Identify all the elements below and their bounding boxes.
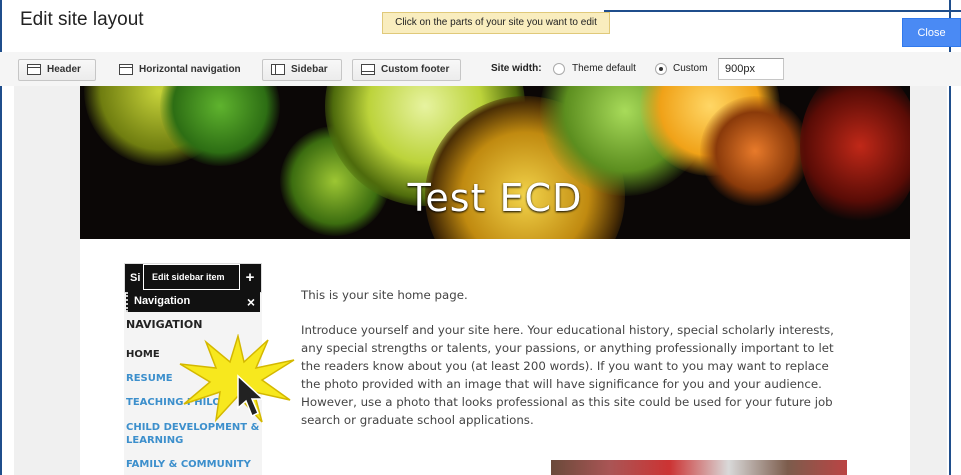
site-title: Test ECD	[407, 176, 583, 220]
content-line: the photo provided with an image that wi…	[301, 377, 822, 391]
header-button[interactable]: Header	[18, 59, 96, 81]
sidebar-navigation-item[interactable]: Navigation ×	[126, 292, 260, 312]
navigation-item-label: Navigation	[134, 295, 191, 307]
plus-icon: +	[245, 269, 255, 286]
header-button-label: Header	[47, 64, 81, 75]
close-button[interactable]: Close	[902, 18, 961, 47]
sidebar-link-family-community[interactable]: FAMILY & COMMUNITY	[126, 459, 251, 471]
site-width-input[interactable]	[718, 58, 784, 80]
content-line: Introduce yourself and your site here. Y…	[301, 323, 834, 337]
custom-width-radio[interactable]	[655, 63, 667, 75]
remove-icon[interactable]: ×	[247, 294, 255, 310]
content-line: However, use a photo that looks professi…	[301, 395, 833, 409]
window-frame-top-right	[604, 10, 961, 12]
hint-banner: Click on the parts of your site you want…	[382, 12, 610, 34]
sidebar-layout-icon	[271, 64, 285, 75]
custom-footer-button[interactable]: Custom footer	[352, 59, 461, 81]
site-width-label: Site width:	[491, 63, 542, 74]
add-sidebar-item-button[interactable]: +	[241, 269, 259, 287]
sidebar-button[interactable]: Sidebar	[262, 59, 342, 81]
footer-layout-icon	[361, 64, 375, 75]
content-line: search or graduate school applications.	[301, 413, 534, 427]
header-layout-icon	[27, 64, 41, 75]
theme-default-label: Theme default	[572, 63, 636, 74]
custom-footer-label: Custom footer	[381, 64, 450, 75]
content-photo[interactable]	[551, 460, 847, 475]
sidebar-button-label: Sidebar	[291, 64, 328, 75]
custom-width-label: Custom	[673, 63, 708, 74]
theme-default-radio[interactable]	[553, 63, 565, 75]
dialog-title: Edit site layout	[20, 9, 144, 30]
nav-layout-icon	[119, 64, 133, 75]
edit-sidebar-item-text: Edit sidebar item	[152, 272, 225, 282]
mouse-pointer-icon	[237, 374, 265, 418]
content-line: the readers know about you (at least 200…	[301, 359, 829, 373]
sidebar-box-title-text: Si	[130, 272, 141, 284]
sidebar-link-resume[interactable]: RESUME	[126, 373, 173, 385]
sidebar-link-home[interactable]: HOME	[126, 349, 160, 361]
sidebar-section-heading: NAVIGATION	[126, 318, 203, 331]
sidebar-link-child-development-cont[interactable]: LEARNING	[126, 435, 183, 447]
site-header-banner[interactable]: Test ECD	[80, 86, 910, 239]
content-intro: This is your site home page.	[301, 288, 468, 302]
edit-sidebar-item-tooltip[interactable]: Edit sidebar item	[143, 264, 240, 290]
horizontal-navigation-button[interactable]: Horizontal navigation	[110, 59, 250, 81]
content-line: any special strengths or talents, your p…	[301, 341, 834, 355]
horizontal-navigation-label: Horizontal navigation	[139, 64, 241, 75]
